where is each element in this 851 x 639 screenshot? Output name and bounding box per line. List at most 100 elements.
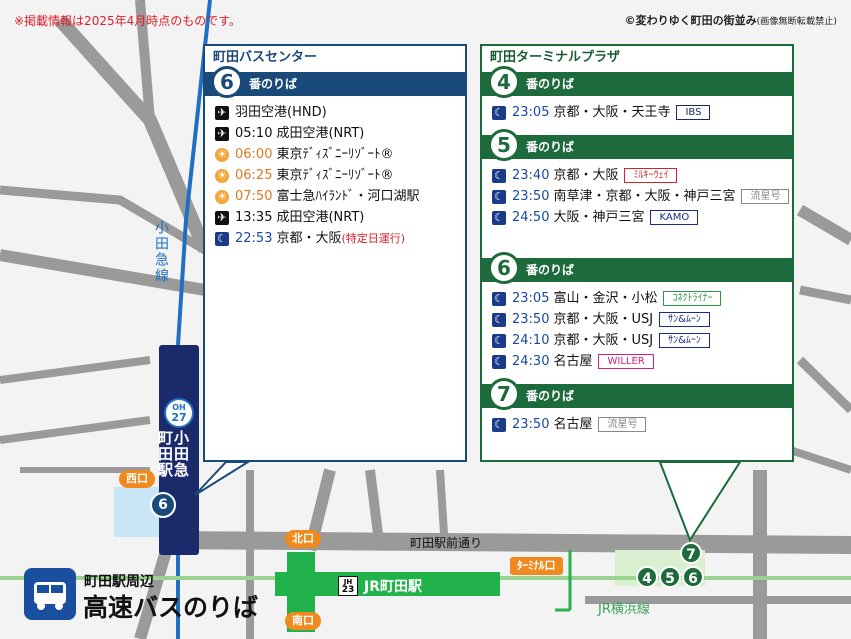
bay-number: 5 <box>488 129 520 161</box>
stop-6-marker-terminal[interactable]: 6 <box>682 566 704 588</box>
moon-icon: ☾ <box>492 106 506 120</box>
destination: 富士急ﾊｲﾗﾝﾄﾞ・河口湖駅 <box>276 189 420 204</box>
departure-time: 23:40 <box>512 168 550 183</box>
moon-icon: ☾ <box>492 418 506 432</box>
credit-main: ©変わりゆく町田の街並み <box>624 14 757 27</box>
machida-bus-center-panel: 町田バスセンター 6 番のりば ✈ 羽田空港(HND) ✈ 05:10 成田空港(NRT… <box>203 44 467 462</box>
stop-5-marker[interactable]: 5 <box>659 566 681 588</box>
departure-time: 23:50 <box>512 312 550 327</box>
plane-icon: ✈ <box>215 211 229 225</box>
destination: 京都・大阪・USJ <box>553 312 654 327</box>
departure-row: ☀ 07:50 富士急ﾊｲﾗﾝﾄﾞ・河口湖駅 <box>205 186 465 207</box>
bay-number: 6 <box>488 252 520 284</box>
sun-icon: ☀ <box>215 190 229 204</box>
moon-icon: ☾ <box>492 334 506 348</box>
departure-row: ☾ 23:05 富山・金沢・小松 ｺﾈｸﾄﾗｲﾅｰ <box>482 288 792 309</box>
odakyu-station-number: OH 27 <box>164 398 194 428</box>
operator-badge: ｻﾝ&ﾑｰﾝ <box>659 312 710 327</box>
sun-icon: ☀ <box>215 148 229 162</box>
terminal-exit-label: ﾀｰﾐﾅﾙ口 <box>510 557 563 575</box>
departure-row: ☾ 24:50 大阪・神戸三宮 KAMO <box>482 207 792 228</box>
destination: 南草津・京都・大阪・神戸三宮 <box>553 189 736 204</box>
service-note: (特定日運行) <box>341 232 406 245</box>
notice-text: ※掲載情報は2025年4月時点のものです。 <box>14 14 242 28</box>
panel-title: 町田ターミナルプラザ <box>490 50 621 65</box>
departure-row: ☾ 23:50 京都・大阪・USJ ｻﾝ&ﾑｰﾝ <box>482 309 792 330</box>
operator-badge: WILLER <box>598 354 654 369</box>
moon-icon: ☾ <box>492 190 506 204</box>
departure-row: ✈ 13:35 成田空港(NRT) <box>205 207 465 228</box>
departure-time: 05:10 <box>235 126 273 141</box>
bay-label: 番のりば <box>526 263 575 277</box>
departure-row: ☾ 24:30 名古屋 WILLER <box>482 351 792 372</box>
destination: 羽田空港(HND) <box>235 105 327 120</box>
departure-time: 07:50 <box>235 189 273 204</box>
jr-station-number: JH 23 <box>338 576 358 596</box>
destination: 京都・大阪 <box>276 231 342 246</box>
odakyu-station-name-2: 町田駅 <box>156 430 174 478</box>
departure-row: ☀ 06:25 東京ﾃﾞｨｽﾞﾆｰﾘｿﾞｰﾄ® <box>205 165 465 186</box>
plane-icon: ✈ <box>215 106 229 120</box>
departure-time: 13:35 <box>235 210 273 225</box>
departure-row: ☀ 06:00 東京ﾃﾞｨｽﾞﾆｰﾘｿﾞｰﾄ® <box>205 144 465 165</box>
destination: 名古屋 <box>553 354 593 369</box>
departure-time: 22:53 <box>235 231 273 246</box>
destination: 富山・金沢・小松 <box>553 291 658 306</box>
departure-list: ☾ 23:40 京都・大阪 ﾐﾙｷｰｳｪｲ ☾ 23:50 南草津・京都・大阪・神戸三宮 流星… <box>482 159 792 228</box>
moon-icon: ☾ <box>215 232 229 246</box>
operator-badge: KAMO <box>650 210 699 225</box>
departure-row: ☾ 23:50 名古屋 流星号 <box>482 414 792 435</box>
map-stage: ※掲載情報は2025年4月時点のものです。 ©変わりゆく町田の街並み(画像無断転… <box>0 0 851 639</box>
departure-time: 24:30 <box>512 354 550 369</box>
departure-time: 06:00 <box>235 147 273 162</box>
operator-badge: 流星号 <box>598 417 647 432</box>
bay-header-6: 6 番のりば <box>482 252 792 284</box>
machida-terminal-plaza-panel: 町田ターミナルプラザ 4 番のりば ☾ 23:05 京都・大阪・天王寺 IBS 5 番のりば ☾… <box>480 44 794 462</box>
moon-icon: ☾ <box>492 355 506 369</box>
destination: 成田空港(NRT) <box>276 126 365 141</box>
destination: 京都・大阪 <box>553 168 619 183</box>
departure-time: 23:05 <box>512 105 550 120</box>
jr-station-name: JR町田駅 <box>364 579 422 595</box>
departure-row: ☾ 24:10 京都・大阪・USJ ｻﾝ&ﾑｰﾝ <box>482 330 792 351</box>
stop-4-marker[interactable]: 4 <box>636 566 658 588</box>
moon-icon: ☾ <box>492 169 506 183</box>
destination: 京都・大阪・USJ <box>553 333 654 348</box>
bay-header-4: 4 番のりば <box>482 66 792 98</box>
destination: 東京ﾃﾞｨｽﾞﾆｰﾘｿﾞｰﾄ® <box>276 168 394 183</box>
bay-label: 番のりば <box>249 77 298 91</box>
departure-row: ☾ 22:53 京都・大阪(特定日運行) <box>205 228 465 249</box>
destination: 名古屋 <box>553 417 593 432</box>
stop-7-marker[interactable]: 7 <box>680 542 702 564</box>
operator-badge: ﾐﾙｷｰｳｪｲ <box>624 168 678 183</box>
destination: 大阪・神戸三宮 <box>553 210 645 225</box>
bay-number: 4 <box>488 66 520 98</box>
departure-row: ✈ 05:10 成田空港(NRT) <box>205 123 465 144</box>
bay-label: 番のりば <box>526 140 575 154</box>
jr-line-label: JR横浜線 <box>598 602 650 617</box>
south-exit-label: 南口 <box>285 612 321 630</box>
panel-title: 町田バスセンター <box>213 50 318 65</box>
departure-time: 23:05 <box>512 291 550 306</box>
operator-badge: 流星号 <box>741 189 790 204</box>
moon-icon: ☾ <box>492 211 506 225</box>
operator-badge: ｻﾝ&ﾑｰﾝ <box>659 333 710 348</box>
departure-list: ☾ 23:05 富山・金沢・小松 ｺﾈｸﾄﾗｲﾅｰ ☾ 23:50 京都・大阪・USJ ｻﾝ&… <box>482 282 792 372</box>
operator-badge: IBS <box>676 105 711 120</box>
bay-header-7: 7 番のりば <box>482 378 792 410</box>
stop-6-marker[interactable]: 6 <box>150 492 176 518</box>
bay-label: 番のりば <box>526 77 575 91</box>
odakyu-line-label: 小田急線 <box>153 220 169 284</box>
bay-number: 6 <box>211 66 243 98</box>
departure-list: ☾ 23:05 京都・大阪・天王寺 IBS <box>482 96 792 123</box>
sun-icon: ☀ <box>215 169 229 183</box>
departure-row: ☾ 23:40 京都・大阪 ﾐﾙｷｰｳｪｲ <box>482 165 792 186</box>
moon-icon: ☾ <box>492 313 506 327</box>
departure-time: 06:25 <box>235 168 273 183</box>
bay-list: 4 番のりば ☾ 23:05 京都・大阪・天王寺 IBS 5 番のりば ☾ 23:40 京都・大阪ﾐ… <box>482 66 792 435</box>
west-exit-label: 西口 <box>119 470 155 488</box>
legend-title: 高速バスのりば <box>83 593 259 622</box>
departure-time: 23:50 <box>512 189 550 204</box>
destination: 京都・大阪・天王寺 <box>553 105 671 120</box>
bay-number: 7 <box>488 378 520 410</box>
